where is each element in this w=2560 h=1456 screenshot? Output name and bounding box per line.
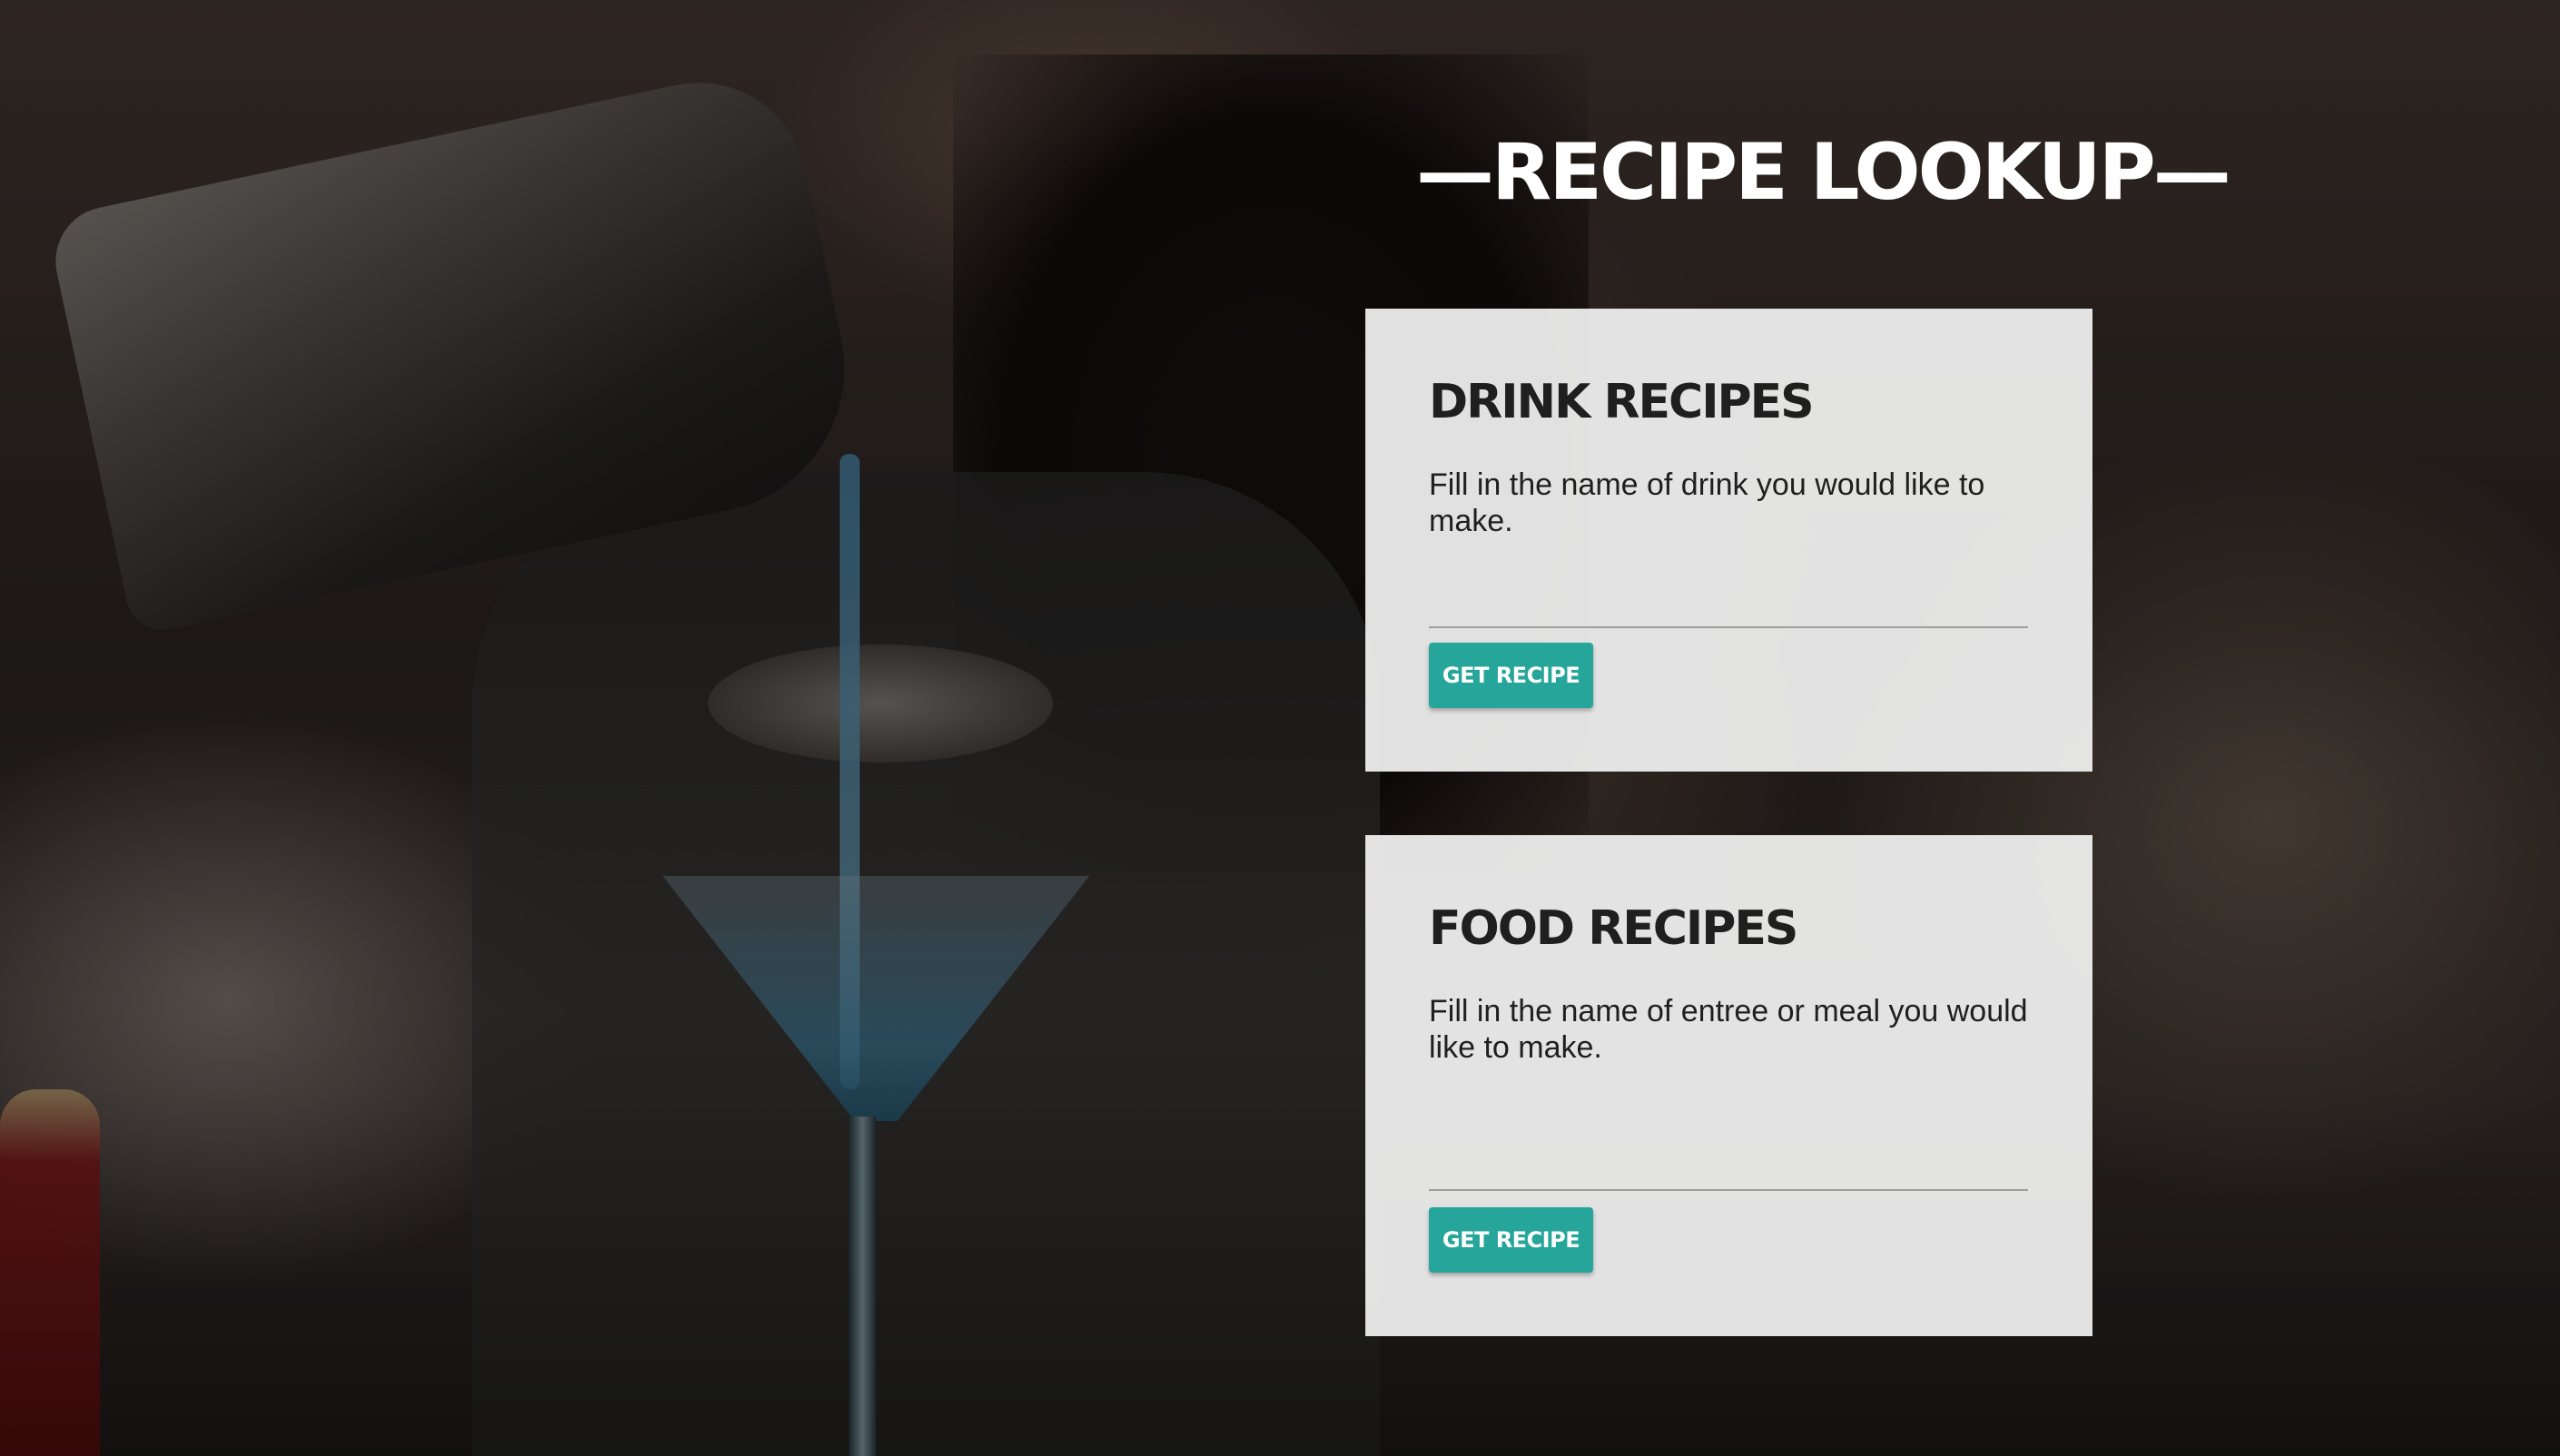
drink-card-heading: DRINK RECIPES xyxy=(1429,375,1815,429)
food-recipes-card: FOOD RECIPES Fill in the name of entree … xyxy=(1365,835,2092,1336)
page-title: —RECIPE LOOKUP— xyxy=(1416,127,2231,218)
background-overlay xyxy=(0,0,2560,1456)
drink-get-recipe-button[interactable]: GET RECIPE xyxy=(1429,643,1593,708)
drink-recipes-card: DRINK RECIPES Fill in the name of drink … xyxy=(1365,309,2092,772)
food-name-input[interactable] xyxy=(1429,1135,2028,1191)
drink-card-description: Fill in the name of drink you would like… xyxy=(1429,467,1985,538)
food-card-description: Fill in the name of entree or meal you w… xyxy=(1429,994,2028,1065)
food-get-recipe-button[interactable]: GET RECIPE xyxy=(1429,1207,1593,1273)
food-card-heading: FOOD RECIPES xyxy=(1429,901,1798,956)
drink-name-input[interactable] xyxy=(1429,572,2028,628)
page: —RECIPE LOOKUP— DRINK RECIPES Fill in th… xyxy=(0,0,2560,1456)
